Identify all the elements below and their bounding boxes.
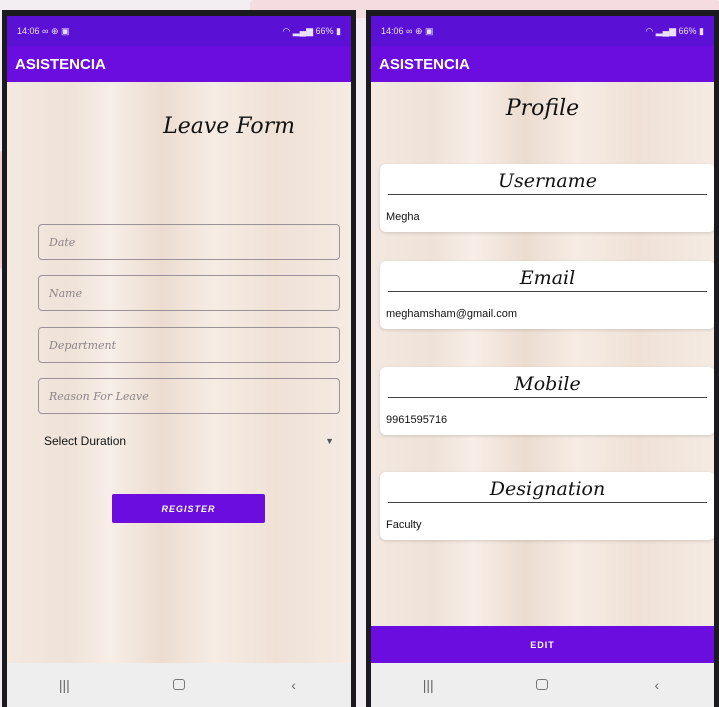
- status-bar: 14:06 ∞ ⊕ ▣ ◠ ▂▄▆ 66% ▮: [7, 16, 351, 46]
- divider: [388, 397, 707, 398]
- email-value: meghamsham@gmail.com: [386, 308, 517, 320]
- recents-icon[interactable]: |||: [44, 677, 84, 693]
- app-title: ASISTENCIA: [379, 55, 470, 73]
- system-nav-bar: ||| ‹: [7, 663, 351, 707]
- status-bar: 14:06 ∞ ⊕ ▣ ◠ ▂▄▆ 66% ▮: [371, 16, 714, 46]
- page-title: Profile: [505, 96, 580, 121]
- phone-profile: 14:06 ∞ ⊕ ▣ ◠ ▂▄▆ 66% ▮ ASISTENCIA Profi…: [366, 10, 719, 707]
- phone-leave-form: 14:06 ∞ ⊕ ▣ ◠ ▂▄▆ 66% ▮ ASISTENCIA Leave…: [2, 10, 356, 707]
- department-placeholder: Department: [49, 338, 117, 352]
- divider: [388, 291, 707, 292]
- dropdown-caret-icon: ▼: [325, 436, 334, 446]
- status-icons: ∞ ⊕ ▣: [42, 25, 70, 36]
- status-time: 14:06: [17, 25, 40, 36]
- battery-percent: 66%: [315, 25, 334, 36]
- battery-icon: ▮: [336, 25, 341, 36]
- name-placeholder: Name: [49, 286, 83, 300]
- profile-screen: 14:06 ∞ ⊕ ▣ ◠ ▂▄▆ 66% ▮ ASISTENCIA Profi…: [371, 16, 714, 707]
- battery-icon: ▮: [699, 25, 704, 36]
- app-bar: ASISTENCIA: [7, 46, 351, 82]
- register-button[interactable]: REGISTER: [112, 494, 265, 523]
- wifi-icon: ◠: [645, 25, 654, 36]
- signal-icon: ▂▄▆: [292, 25, 313, 36]
- leave-form-screen: 14:06 ∞ ⊕ ▣ ◠ ▂▄▆ 66% ▮ ASISTENCIA Leave…: [7, 16, 351, 707]
- name-field[interactable]: Name: [38, 275, 340, 311]
- designation-label: Designation: [489, 478, 606, 500]
- mobile-value: 9961595716: [386, 414, 448, 426]
- app-title: ASISTENCIA: [15, 55, 106, 73]
- designation-value: Faculty: [386, 519, 422, 531]
- system-nav-bar: ||| ‹: [371, 663, 714, 707]
- username-card: Username Megha: [380, 164, 714, 232]
- duration-select[interactable]: Select Duration ▼: [44, 430, 334, 452]
- divider: [388, 194, 707, 195]
- recents-icon[interactable]: |||: [408, 677, 448, 693]
- app-bar: ASISTENCIA: [371, 46, 714, 82]
- status-time: 14:06: [381, 25, 404, 36]
- duration-select-label: Select Duration: [44, 434, 127, 448]
- department-field[interactable]: Department: [38, 327, 340, 363]
- back-icon[interactable]: ‹: [637, 677, 677, 693]
- back-icon[interactable]: ‹: [274, 677, 314, 693]
- email-card: Email meghamsham@gmail.com: [380, 261, 714, 329]
- signal-icon: ▂▄▆: [655, 25, 676, 36]
- date-field[interactable]: Date: [38, 224, 340, 260]
- mobile-card: Mobile 9961595716: [380, 367, 714, 435]
- wifi-icon: ◠: [282, 25, 291, 36]
- edit-button[interactable]: EDIT: [371, 626, 714, 663]
- date-placeholder: Date: [49, 235, 76, 249]
- divider: [388, 502, 707, 503]
- page-title: Leave Form: [163, 114, 295, 139]
- username-value: Megha: [386, 211, 420, 223]
- status-left: 14:06 ∞ ⊕ ▣: [381, 26, 434, 37]
- home-icon[interactable]: [522, 677, 562, 693]
- status-left: 14:06 ∞ ⊕ ▣: [17, 26, 70, 37]
- mobile-label: Mobile: [514, 373, 581, 395]
- email-label: Email: [519, 267, 576, 289]
- reason-placeholder: Reason For Leave: [49, 389, 149, 403]
- status-right: ◠ ▂▄▆ 66% ▮: [282, 26, 341, 37]
- username-label: Username: [498, 170, 597, 192]
- battery-percent: 66%: [678, 25, 697, 36]
- home-icon[interactable]: [159, 677, 199, 693]
- designation-card: Designation Faculty: [380, 472, 714, 540]
- status-icons: ∞ ⊕ ▣: [406, 25, 434, 36]
- status-right: ◠ ▂▄▆ 66% ▮: [645, 26, 704, 37]
- reason-field[interactable]: Reason For Leave: [38, 378, 340, 414]
